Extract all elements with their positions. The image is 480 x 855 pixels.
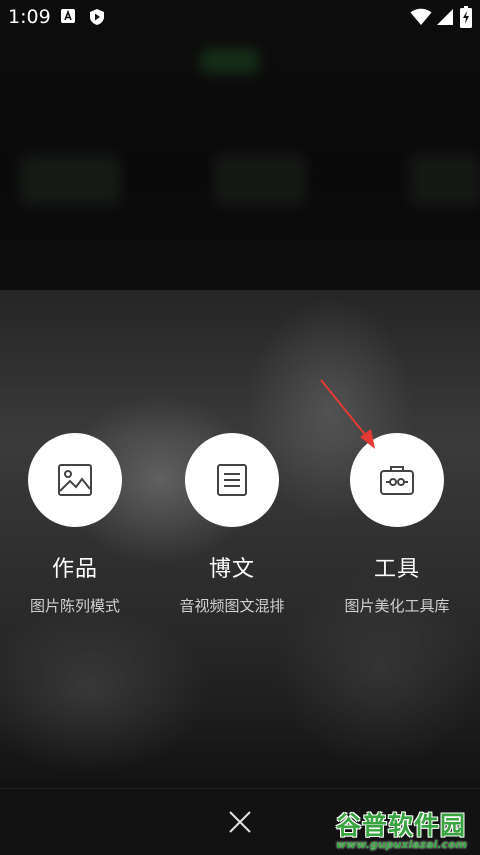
close-button[interactable]	[220, 802, 260, 842]
close-icon	[229, 811, 251, 833]
status-time: 1:09	[8, 6, 51, 28]
option-title: 工具	[373, 557, 420, 582]
watermark-url: www.gupuxiazai.com	[336, 838, 467, 851]
option-description: 图片陈列模式	[29, 597, 120, 615]
shield-icon	[90, 9, 104, 25]
option-blog[interactable]: 博文 音视频图文混排	[157, 433, 307, 616]
toolbox-icon	[380, 466, 414, 495]
option-description: 图片美化工具库	[344, 597, 450, 615]
blog-button[interactable]	[185, 433, 279, 527]
option-tools[interactable]: 工具 图片美化工具库	[322, 433, 472, 616]
option-description: 音视频图文混排	[179, 597, 285, 615]
option-title: 博文	[208, 557, 255, 582]
document-icon	[217, 464, 247, 496]
wifi-icon	[410, 8, 432, 25]
battery-charging-icon	[460, 6, 472, 28]
works-button[interactable]	[28, 433, 122, 527]
site-watermark: 谷普软件园 www.gupuxiazai.com	[334, 806, 476, 852]
watermark-title: 谷普软件园	[336, 811, 467, 840]
option-works[interactable]: 作品 图片陈列模式	[0, 433, 150, 616]
signal-icon	[437, 9, 453, 25]
dim-overlay	[0, 0, 480, 854]
annotation-arrow-icon	[320, 379, 375, 449]
status-bar: 1:09	[0, 0, 480, 34]
notification-a-icon	[61, 9, 75, 23]
image-icon	[58, 464, 92, 496]
option-title: 作品	[51, 557, 98, 582]
